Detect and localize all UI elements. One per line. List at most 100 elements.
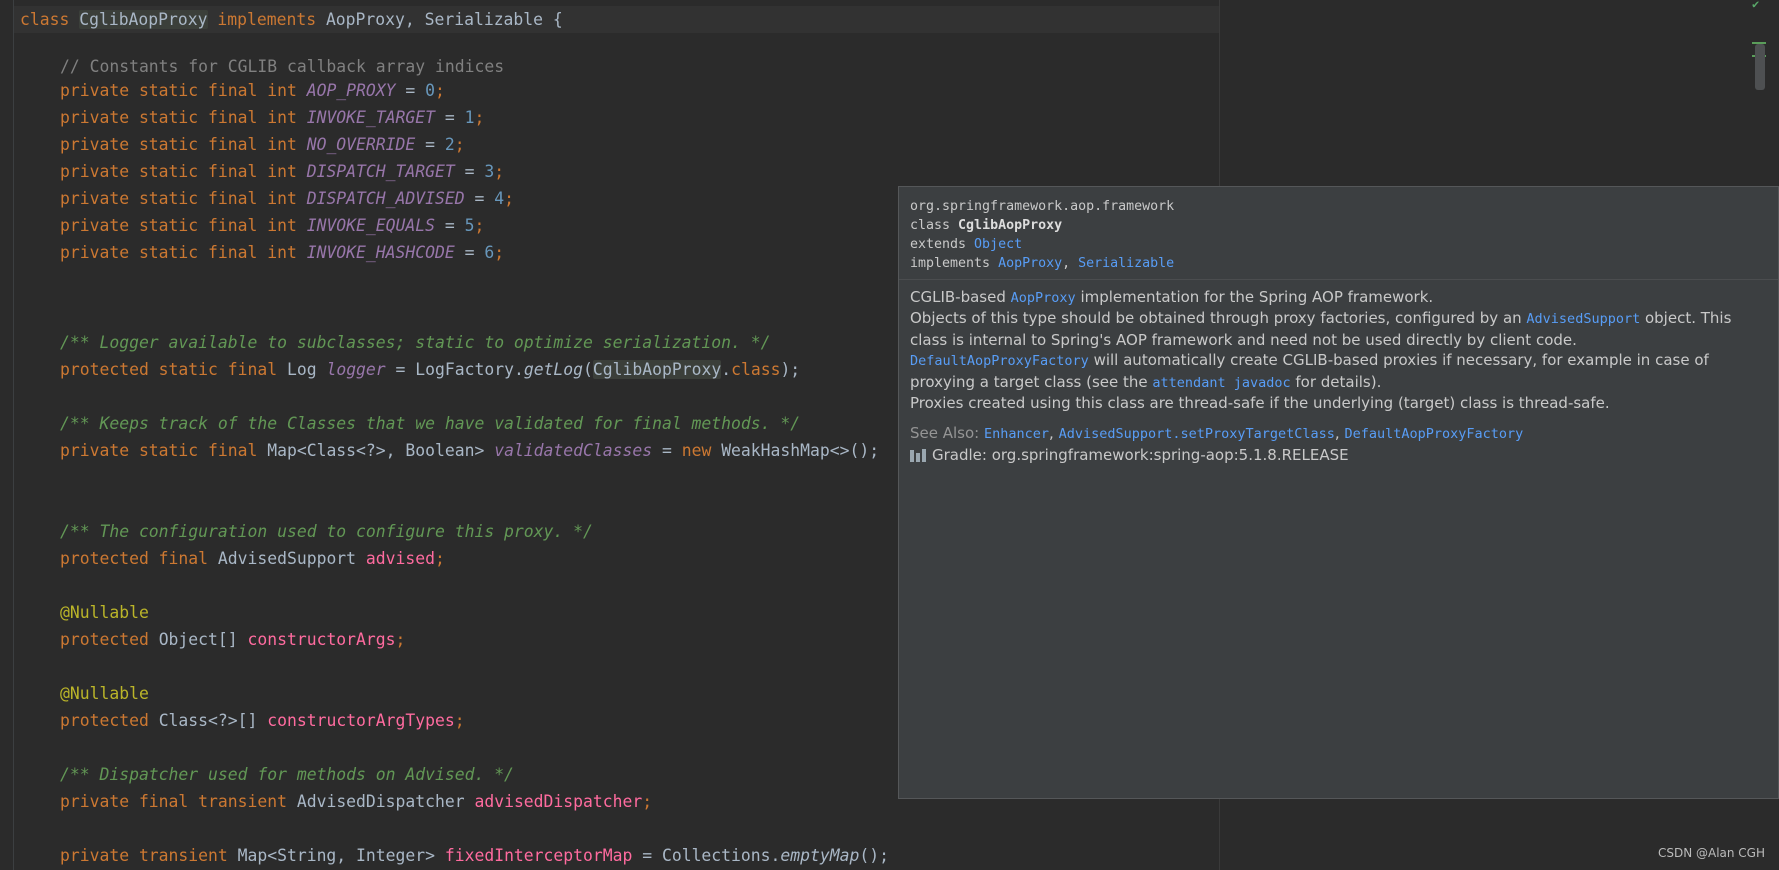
gradle-coordinates: Gradle: org.springframework:spring-aop:5… bbox=[932, 446, 1349, 464]
code-text: WeakHashMap<>(); bbox=[721, 441, 880, 460]
semicolon: ; bbox=[435, 81, 445, 100]
modifiers: protected static final bbox=[60, 360, 287, 379]
type-name: Map<String, Integer> bbox=[237, 846, 445, 865]
constant-name: DISPATCH_TARGET bbox=[306, 162, 455, 181]
modifiers: private transient bbox=[60, 846, 238, 865]
code-line[interactable]: private static final int DISPATCH_ADVISE… bbox=[60, 185, 514, 212]
code-line[interactable]: private static final int AOP_PROXY = 0; bbox=[60, 77, 445, 104]
modifiers: protected bbox=[60, 630, 159, 649]
keyword: implements bbox=[207, 10, 326, 29]
doc-text: for details). bbox=[1290, 373, 1382, 391]
code-line[interactable]: protected Object[] constructorArgs; bbox=[60, 626, 405, 653]
code-text: ( bbox=[583, 360, 593, 379]
semicolon: ; bbox=[454, 135, 465, 154]
doc-link-aopproxy[interactable]: AopProxy bbox=[998, 256, 1062, 271]
vertical-scrollbar-thumb[interactable] bbox=[1755, 44, 1765, 90]
number: 3 bbox=[484, 162, 495, 181]
javadoc-comment[interactable]: /** Dispatcher used for methods on Advis… bbox=[60, 761, 514, 788]
doc-link-enhancer[interactable]: Enhancer bbox=[984, 426, 1049, 442]
doc-class-name: CglibAopProxy bbox=[958, 218, 1063, 233]
type-name: Object[] bbox=[158, 630, 248, 649]
operator: = bbox=[395, 81, 426, 100]
code-comment[interactable]: // Constants for CGLIB callback array in… bbox=[60, 53, 504, 80]
doc-link-serializable[interactable]: Serializable bbox=[1078, 256, 1174, 271]
type-name: Log bbox=[286, 360, 327, 379]
doc-link-object[interactable]: Object bbox=[974, 237, 1022, 252]
code-line[interactable]: protected static final Log logger = LogF… bbox=[60, 356, 800, 383]
keyword: class bbox=[910, 218, 959, 233]
number: 0 bbox=[425, 81, 435, 100]
modifiers: private static final int bbox=[60, 108, 307, 127]
method-call: emptyMap bbox=[780, 846, 860, 865]
code-line[interactable]: private static final int DISPATCH_TARGET… bbox=[60, 158, 504, 185]
type-name: Class<?>[] bbox=[158, 711, 268, 730]
doc-text: implementation for the Spring AOP framew… bbox=[1075, 288, 1434, 306]
field-name: constructorArgs bbox=[247, 630, 396, 649]
class-name: CglibAopProxy bbox=[592, 360, 722, 379]
number: 4 bbox=[494, 189, 505, 208]
field-name: advised bbox=[365, 549, 435, 568]
doc-link-setproxytargetclass[interactable]: AdvisedSupport.setProxyTargetClass bbox=[1059, 426, 1335, 442]
code-line[interactable]: private transient Map<String, Integer> f… bbox=[60, 842, 889, 869]
doc-paragraph: Objects of this type should be obtained … bbox=[910, 308, 1772, 351]
semicolon: ; bbox=[494, 243, 505, 262]
doc-implements: implements AopProxy, Serializable bbox=[910, 254, 1174, 273]
doc-paragraph: DefaultAopProxyFactory will automaticall… bbox=[910, 350, 1772, 394]
semicolon: ; bbox=[642, 792, 653, 811]
javadoc-comment[interactable]: /** The configuration used to configure … bbox=[60, 518, 593, 545]
code-line[interactable]: private static final int INVOKE_EQUALS =… bbox=[60, 212, 484, 239]
modifiers: protected bbox=[60, 711, 159, 730]
semicolon: ; bbox=[435, 549, 445, 568]
annotation[interactable]: @Nullable bbox=[60, 599, 149, 626]
code-line[interactable]: protected final AdvisedSupport advised; bbox=[60, 545, 445, 572]
doc-link-advisedsupport[interactable]: AdvisedSupport bbox=[1526, 311, 1640, 327]
annotation[interactable]: @Nullable bbox=[60, 680, 149, 707]
inspection-ok-icon[interactable]: ✔ bbox=[1752, 0, 1766, 8]
code-line[interactable]: class CglibAopProxy implements AopProxy,… bbox=[20, 6, 563, 33]
code-line[interactable]: private static final Map<Class<?>, Boole… bbox=[60, 437, 879, 464]
gutter-divider bbox=[13, 0, 14, 870]
number: 1 bbox=[464, 108, 475, 127]
semicolon: ; bbox=[474, 108, 485, 127]
doc-link-defaultaopproxyfactory[interactable]: DefaultAopProxyFactory bbox=[1344, 426, 1523, 442]
javadoc-comment[interactable]: /** Keeps track of the Classes that we h… bbox=[60, 410, 800, 437]
class-name: CglibAopProxy bbox=[79, 10, 208, 29]
type-name: AdvisedSupport bbox=[217, 549, 366, 568]
doc-gradle-source: Gradle: org.springframework:spring-aop:5… bbox=[910, 445, 1772, 466]
doc-link-aopproxy[interactable]: AopProxy bbox=[1011, 290, 1076, 306]
modifiers: private static final int bbox=[60, 243, 307, 262]
modifiers: private final transient bbox=[60, 792, 297, 811]
doc-paragraph: CGLIB-based AopProxy implementation for … bbox=[910, 287, 1772, 309]
semicolon: ; bbox=[474, 216, 485, 235]
javadoc-comment[interactable]: /** Logger available to subclasses; stat… bbox=[60, 329, 771, 356]
code-text: . bbox=[721, 360, 732, 379]
operator: = bbox=[652, 441, 682, 460]
type-name: Map<Class<?>, Boolean> bbox=[267, 441, 495, 460]
constant-name: NO_OVERRIDE bbox=[306, 135, 416, 154]
modifiers: protected final bbox=[60, 549, 218, 568]
doc-see-also: See Also: Enhancer, AdvisedSupport.setPr… bbox=[910, 423, 1772, 445]
keyword: class bbox=[731, 360, 781, 379]
code-line[interactable]: private static final int NO_OVERRIDE = 2… bbox=[60, 131, 465, 158]
method-call: getLog bbox=[523, 360, 584, 379]
field-name: validatedClasses bbox=[494, 441, 653, 460]
number: 5 bbox=[464, 216, 475, 235]
constant-name: DISPATCH_ADVISED bbox=[306, 189, 465, 208]
code-line[interactable]: private final transient AdvisedDispatche… bbox=[60, 788, 652, 815]
doc-link-attendant-javadoc[interactable]: attendant javadoc bbox=[1152, 375, 1290, 391]
code-text: ); bbox=[780, 360, 801, 379]
code-line[interactable]: protected Class<?>[] constructorArgTypes… bbox=[60, 707, 465, 734]
constant-name: INVOKE_TARGET bbox=[306, 108, 435, 127]
keyword: class bbox=[20, 10, 80, 29]
constant-name: INVOKE_HASHCODE bbox=[306, 243, 455, 262]
code-line[interactable]: private static final int INVOKE_TARGET =… bbox=[60, 104, 484, 131]
library-icon bbox=[910, 448, 928, 462]
doc-package: org.springframework.aop.framework bbox=[910, 199, 1175, 214]
quick-documentation-popup[interactable]: org.springframework.aop.framework class … bbox=[898, 186, 1779, 799]
keyword: new bbox=[681, 441, 722, 460]
see-also-label: See Also: bbox=[910, 424, 984, 442]
doc-text: CGLIB-based bbox=[910, 288, 1011, 306]
code-line[interactable]: private static final int INVOKE_HASHCODE… bbox=[60, 239, 504, 266]
doc-link-defaultaopproxyfactory[interactable]: DefaultAopProxyFactory bbox=[910, 353, 1089, 369]
code-text: = LogFactory. bbox=[385, 360, 524, 379]
